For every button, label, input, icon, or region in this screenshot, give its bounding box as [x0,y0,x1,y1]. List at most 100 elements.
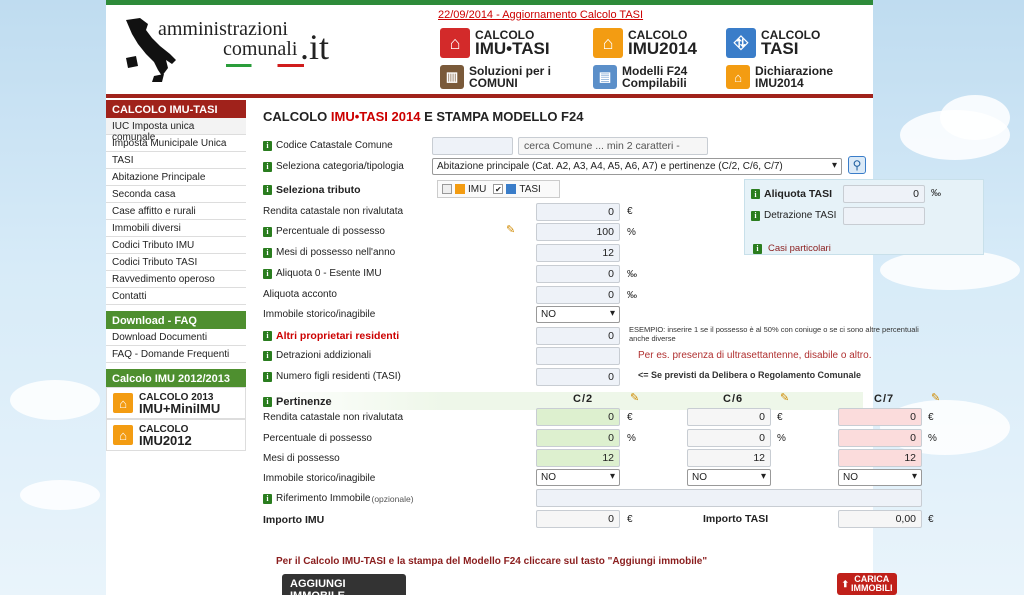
info-icon[interactable]: i [263,247,272,258]
c7-rendita-input[interactable]: 0 [838,408,922,426]
c2-storico-select[interactable]: NO [536,469,620,486]
storico-label: Immobile storico/inagibile [263,309,376,320]
c6-perc-input[interactable]: 0 [687,429,771,447]
riferimento-input[interactable] [536,489,922,507]
info-icon[interactable]: i [263,184,272,195]
pencil-icon[interactable]: ✎ [931,391,940,404]
pencil-icon[interactable]: ✎ [630,391,639,404]
calcolo-imu-tasi-button[interactable]: ⌂ CALCOLO IMU•TASI [440,28,550,58]
info-icon[interactable]: i [263,161,272,172]
sidebar-item-case-affitto[interactable]: Case affitto e rurali [106,203,246,220]
euro-unit: € [627,514,633,525]
importo-imu-label: Importo IMU [263,513,325,526]
mesi-input[interactable]: 12 [536,244,620,262]
comune-search-input[interactable]: cerca Comune ... min 2 caratteri - [518,137,708,155]
categoria-label: Seleziona categoria/tipologia [276,161,404,172]
tasi-checkbox[interactable]: ✔ [493,184,504,194]
pert-mesi-label: Mesi di possesso [263,453,340,464]
detrazione-tasi-label: Detrazione TASI [764,210,837,221]
house-icon [455,184,465,194]
codice-catastale-input[interactable] [432,137,513,155]
euro-unit: € [928,412,934,423]
rendita-input[interactable]: 0 [536,203,620,221]
calcolo-imu2014-button[interactable]: ⌂ CALCOLO IMU2014 [593,28,697,58]
pencil-icon[interactable]: ✎ [506,223,515,236]
sidebar-item-contatti[interactable]: Contatti [106,288,246,305]
tributo-group: IMU ✔ TASI [437,180,560,198]
house-icon: ⌂ [440,28,470,58]
c6-storico-select[interactable]: NO [687,469,771,486]
house-icon: ⌂ [593,28,623,58]
calcolo-2012-button[interactable]: ⌂ CALCOLO IMU2012 [106,419,246,451]
info-icon[interactable]: i [263,330,272,341]
soluzioni-comuni-button[interactable]: ▥ Soluzioni per i COMUNI [440,65,551,89]
site-logo[interactable]: amministrazioni comunali .it [118,14,348,86]
modelli-f24-button[interactable]: ▤ Modelli F24 Compilabili [593,65,687,89]
info-icon[interactable]: i [263,493,272,504]
info-icon[interactable]: i [751,210,760,221]
detrazioni-label: Detrazioni addizionali [276,350,372,361]
info-icon: i [753,243,762,254]
c6-rendita-input[interactable]: 0 [687,408,771,426]
pert-rendita-label: Rendita catastale non rivalutata [263,412,404,423]
upload-icon: ⬆ [841,578,850,589]
imu-checkbox[interactable] [442,184,452,194]
detrazioni-input[interactable] [536,347,620,365]
storico-select[interactable]: NO [536,306,620,323]
percentuale-input[interactable]: 100 [536,223,620,241]
pert-perc-label: Percentuale di possesso [263,433,372,444]
riferimento-label: Riferimento Immobile [276,493,371,504]
c7-mesi-input[interactable]: 12 [838,449,922,467]
col-c6-header: C/6 [723,393,744,405]
info-icon[interactable]: i [263,350,272,361]
col-c2-header: C/2 [573,393,594,405]
sidebar-item-ravvedimento[interactable]: Ravvedimento operoso [106,271,246,288]
sidebar-item-faq[interactable]: FAQ - Domande Frequenti [106,346,246,363]
news-link[interactable]: 22/09/2014 - Aggiornamento Calcolo TASI [438,9,643,21]
carica-immobili-button[interactable]: ⬆ CARICA IMMOBILI [837,573,897,595]
cloud-decoration [940,95,1010,140]
info-icon[interactable]: i [263,268,272,279]
sidebar-item-download[interactable]: Download Documenti [106,329,246,346]
percentuale-label: Percentuale di possesso [276,226,385,237]
search-icon[interactable]: ⚲ [848,156,866,174]
c6-mesi-input[interactable]: 12 [687,449,771,467]
c7-storico-select[interactable]: NO [838,469,922,486]
sidebar-item-immobili-diversi[interactable]: Immobili diversi [106,220,246,237]
acconto-label: Aliquota acconto [263,289,337,300]
sidebar-item-iuc[interactable]: IUC Imposta unica comunale [106,118,246,143]
tasi-panel: i Aliquota TASI 0 ‰ i Detrazione TASI i Cas… [744,179,984,255]
sidebar-item-codici-tasi[interactable]: Codici Tributo TASI [106,254,246,271]
c2-rendita-input[interactable]: 0 [536,408,620,426]
c7-perc-input[interactable]: 0 [838,429,922,447]
aliquota-tasi-label: Aliquota TASI [764,188,833,200]
info-icon[interactable]: i [751,189,760,199]
dichiarazione-imu-button[interactable]: ⌂ Dichiarazione IMU2014 [726,65,833,89]
aliquota0-input[interactable]: 0 [536,265,620,283]
c2-mesi-input[interactable]: 12 [536,449,620,467]
sidebar-item-abitazione[interactable]: Abitazione Principale [106,169,246,186]
detrazione-tasi-input[interactable] [843,207,925,225]
categoria-select[interactable]: Abitazione principale (Cat. A2, A3, A4, … [432,158,842,175]
info-icon[interactable]: i [263,371,272,382]
c2-perc-input[interactable]: 0 [536,429,620,447]
aliquota-tasi-input[interactable]: 0 [843,185,925,203]
euro-unit: € [777,412,783,423]
figli-input[interactable]: 0 [536,368,620,386]
figli-label: Numero figli residenti (TASI) [276,371,401,382]
info-icon[interactable]: i [263,396,272,407]
info-icon[interactable]: i [263,226,272,237]
calcolo-tasi-button[interactable]: ⛗ CALCOLO TASI [726,28,820,58]
info-icon[interactable]: i [263,140,272,151]
acconto-input[interactable]: 0 [536,286,620,304]
importo-imu-output: 0 [536,510,620,528]
sidebar-item-tasi[interactable]: TASI [106,152,246,169]
casi-particolari-link[interactable]: i Casi particolari [753,243,831,254]
altri-proprietari-input[interactable]: 0 [536,327,620,345]
sidebar-item-seconda-casa[interactable]: Seconda casa [106,186,246,203]
sidebar-item-codici-imu[interactable]: Codici Tributo IMU [106,237,246,254]
calcolo-2013-button[interactable]: ⌂ CALCOLO 2013 IMU+MiniIMU [106,387,246,419]
sidebar-item-imu[interactable]: Imposta Municipale Unica [106,135,246,152]
aggiungi-immobile-button[interactable]: AGGIUNGI IMMOBILE [282,574,406,595]
pencil-icon[interactable]: ✎ [780,391,789,404]
